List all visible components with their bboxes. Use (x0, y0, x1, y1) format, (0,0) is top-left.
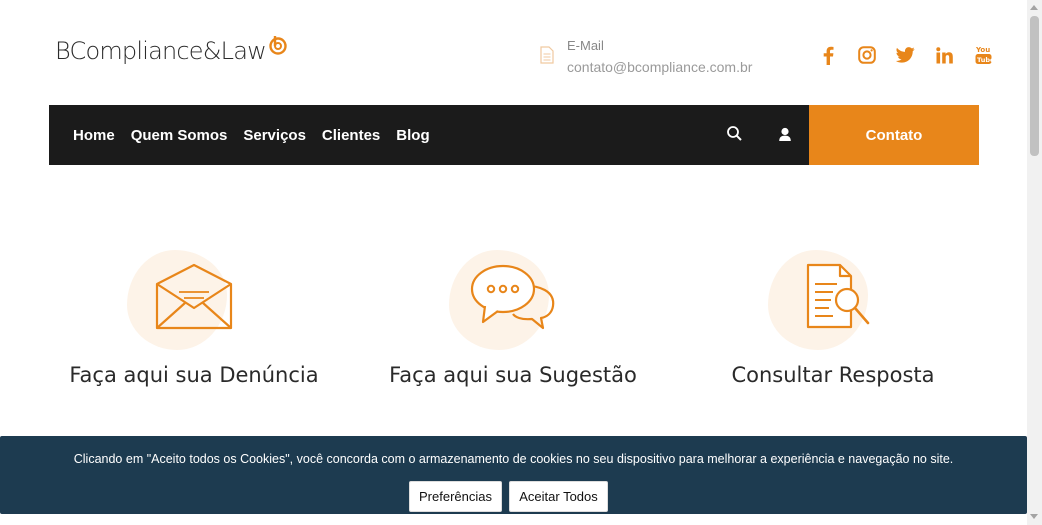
search-icon[interactable] (726, 125, 744, 143)
card-sugestao[interactable]: Faça aqui sua Sugestão (353, 250, 673, 387)
user-icon[interactable] (776, 126, 794, 144)
page-scrollbar[interactable] (1027, 0, 1042, 525)
youtube-icon[interactable]: You Tube (964, 44, 1003, 66)
nav-servicos[interactable]: Serviços (243, 127, 306, 144)
svg-text:Tube: Tube (977, 56, 992, 64)
social-links: You Tube (808, 44, 1003, 66)
document-search-icon (806, 263, 870, 329)
cookie-preferences-button[interactable]: Preferências (409, 481, 502, 512)
logo[interactable]: BCompliance&Law (55, 35, 288, 65)
nav-quem-somos[interactable]: Quem Somos (131, 127, 228, 144)
logo-text: BCompliance&Law (55, 37, 267, 65)
nav-home[interactable]: Home (73, 127, 115, 144)
card-title: Faça aqui sua Denúncia (69, 363, 319, 387)
contact-button[interactable]: Contato (809, 105, 979, 165)
chat-bubbles-icon (470, 264, 555, 330)
email-value[interactable]: contato@bcompliance.com.br (567, 59, 752, 75)
scroll-up-arrow-icon[interactable] (1030, 5, 1038, 10)
main-navbar: Home Quem Somos Serviços Clientes Blog C… (49, 105, 979, 165)
card-title: Faça aqui sua Sugestão (389, 363, 637, 387)
twitter-icon[interactable] (886, 44, 925, 66)
nav-blog[interactable]: Blog (396, 127, 429, 144)
facebook-icon[interactable] (808, 44, 847, 66)
scroll-thumb[interactable] (1030, 16, 1039, 156)
envelope-icon (155, 263, 233, 330)
nav-clientes[interactable]: Clientes (322, 127, 380, 144)
card-denuncia[interactable]: Faça aqui sua Denúncia (34, 250, 354, 387)
email-contact: E-Mail contato@bcompliance.com.br (540, 38, 752, 75)
linkedin-icon[interactable] (925, 44, 964, 66)
card-consultar-resposta[interactable]: Consultar Resposta (673, 250, 993, 387)
page: BCompliance&Law E-Mail contato@bcomplian… (0, 0, 1027, 525)
cookie-message: Clicando em "Aceito todos os Cookies", v… (73, 452, 954, 466)
logo-mark-icon (269, 36, 287, 55)
cookie-accept-all-button[interactable]: Aceitar Todos (509, 481, 608, 512)
document-icon (540, 46, 554, 64)
instagram-icon[interactable] (847, 44, 886, 66)
svg-text:You: You (975, 46, 990, 54)
card-title: Consultar Resposta (731, 363, 935, 387)
cookie-banner: Clicando em "Aceito todos os Cookies", v… (0, 436, 1027, 514)
nav-links: Home Quem Somos Serviços Clientes Blog (73, 105, 430, 165)
scroll-down-arrow-icon[interactable] (1030, 514, 1038, 519)
email-label: E-Mail (567, 38, 604, 53)
